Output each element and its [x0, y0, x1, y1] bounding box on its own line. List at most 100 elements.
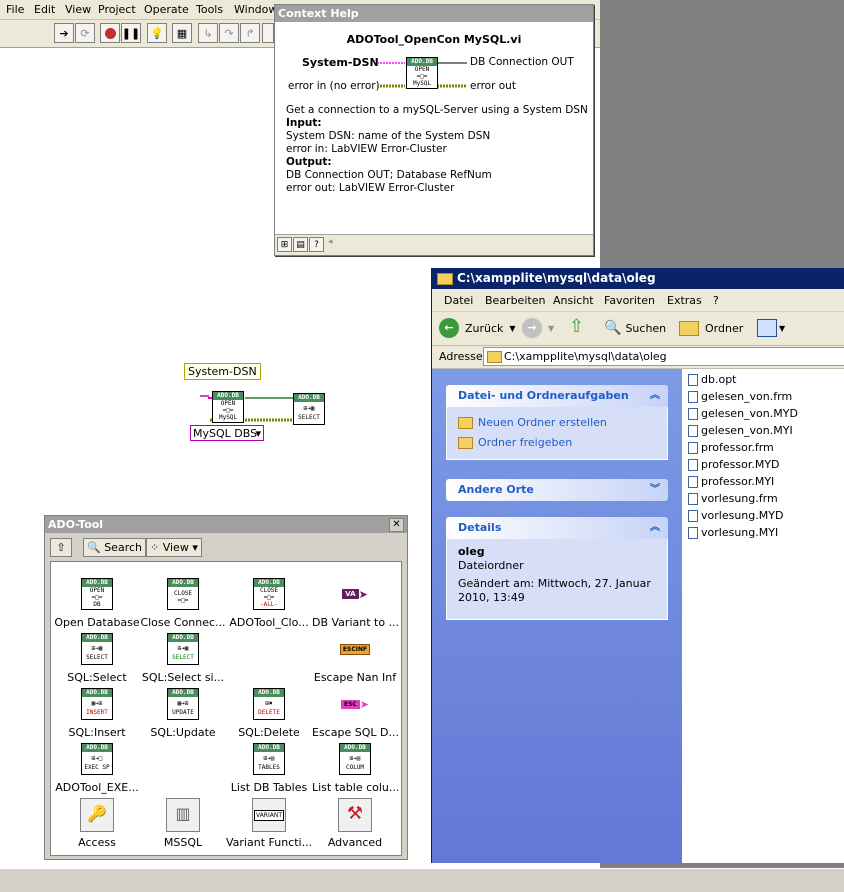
- collapse-icon[interactable]: ︽: [650, 385, 660, 407]
- palette-search-button[interactable]: 🔍 Search: [83, 538, 146, 557]
- file-item[interactable]: gelesen_von.MYI: [688, 423, 793, 439]
- scroll-left-icon[interactable]: ◂: [328, 237, 342, 252]
- forward-button[interactable]: → ▼: [522, 317, 554, 339]
- share-folder-link[interactable]: Ordner freigeben: [458, 433, 656, 453]
- folders-button[interactable]: Ordner: [679, 317, 743, 339]
- highlight-execution-icon[interactable]: 💡: [147, 23, 167, 43]
- simple-help-icon[interactable]: ▤: [293, 237, 308, 252]
- new-folder-link[interactable]: Neuen Ordner erstellen: [458, 413, 656, 433]
- palette-item-sql-delete[interactable]: ADO.DB ⊞✖ DELETE SQL:Delete: [226, 688, 312, 743]
- explorer-toolbar: ← Zurück ▼ → ▼ ⇧ 🔍 Suchen Ordner ▼: [432, 312, 844, 346]
- search-button[interactable]: 🔍 Suchen: [604, 317, 666, 339]
- help-input-line: System DSN: name of the System DSN: [286, 130, 491, 142]
- ring-dropdown-icon[interactable]: ▾: [255, 426, 261, 442]
- menu-project[interactable]: Project: [98, 3, 136, 16]
- palette-grid: ADO.DB OPEN =□= DB Open Database ADO.DB CLOS…: [50, 561, 402, 856]
- step-over-icon[interactable]: ↷: [219, 23, 239, 43]
- close-all-icon: ADO.DB CLOSE =□= -ALL-: [253, 578, 285, 610]
- file-item[interactable]: gelesen_von.MYD: [688, 406, 798, 422]
- views-button[interactable]: ▼: [757, 317, 785, 339]
- details-panel: Details ︽ oleg Dateiordner Geändert am: M…: [446, 517, 668, 620]
- step-out-icon[interactable]: ↱: [240, 23, 260, 43]
- other-places-header[interactable]: Andere Orte ︾: [446, 479, 668, 501]
- open-mysql-vi-node[interactable]: ADO.DB OPEN =□= MySQL: [212, 391, 244, 423]
- bottom-bar: [0, 868, 844, 892]
- menu-ansicht[interactable]: Ansicht: [553, 294, 594, 307]
- open-database-icon: ADO.DB OPEN =□= DB: [81, 578, 113, 610]
- folder-icon: [487, 351, 502, 363]
- file-folder-tasks-header[interactable]: Datei- und Ordneraufgaben ︽: [446, 385, 668, 407]
- help-output-line: DB Connection OUT; Database RefNum: [286, 169, 492, 181]
- mysql-dbs-ring-constant[interactable]: MySQL DBS ▾: [190, 425, 264, 441]
- palette-item-close-all[interactable]: ADO.DB CLOSE =□= -ALL- ADOTool_Clo...: [226, 578, 312, 633]
- explorer-title: C:\xampplite\mysql\data\oleg: [457, 271, 656, 285]
- menu-extras[interactable]: Extras: [667, 294, 702, 307]
- address-label: Adresse: [439, 350, 483, 363]
- exec-sp-icon: ADO.DB ⊞➔□ EXEC SP: [81, 743, 113, 775]
- close-icon[interactable]: ✕: [389, 518, 404, 532]
- menu-view[interactable]: View: [65, 3, 91, 16]
- menu-window[interactable]: Window: [234, 3, 277, 16]
- file-item[interactable]: db.opt: [688, 372, 737, 388]
- folder-up-icon[interactable]: ⇧: [569, 316, 591, 340]
- palette-item-escape-sql[interactable]: ESC ➤ Escape SQL D...: [312, 688, 398, 743]
- palette-item-exec-sp[interactable]: ADO.DB ⊞➔□ EXEC SP ADOTool_EXE...: [54, 743, 140, 798]
- forward-arrow-icon: →: [522, 318, 542, 338]
- system-dsn-constant[interactable]: System-DSN: [184, 363, 261, 380]
- run-continuously-icon[interactable]: ⟳: [75, 23, 95, 43]
- file-item[interactable]: professor.MYD: [688, 457, 780, 473]
- collapse-icon[interactable]: ︽: [650, 517, 660, 539]
- file-icon: [688, 459, 698, 471]
- palette-item-access[interactable]: 🔑 Access: [54, 798, 140, 853]
- up-arrow-icon[interactable]: ⇧: [50, 538, 72, 557]
- menu-bearbeiten[interactable]: Bearbeiten: [485, 294, 545, 307]
- palette-item-sql-update[interactable]: ADO.DB ▦➔⊞ UPDATE SQL:Update: [140, 688, 226, 743]
- file-item[interactable]: vorlesung.MYD: [688, 508, 783, 524]
- address-field[interactable]: C:\xampplite\mysql\data\oleg: [483, 347, 844, 366]
- palette-item-advanced[interactable]: ⚒ Advanced: [312, 798, 398, 853]
- palette-item-sql-select-single[interactable]: ADO.DB ⊞➔▦ SELECT SQL:Select si...: [140, 633, 226, 688]
- sql-select-vi-node[interactable]: ADO.DB ⊞➔▦ SELECT: [293, 393, 325, 425]
- menu-file[interactable]: File: [6, 3, 24, 16]
- abort-icon[interactable]: [100, 23, 120, 43]
- details-type: Dateiordner: [458, 559, 524, 572]
- file-item[interactable]: professor.MYI: [688, 474, 774, 490]
- palette-item-sql-insert[interactable]: ADO.DB ▦➔⊞ INSERT SQL:Insert: [54, 688, 140, 743]
- file-icon: [688, 391, 698, 403]
- file-item[interactable]: vorlesung.MYI: [688, 525, 778, 541]
- palette-view-button[interactable]: ⁘ View ▾: [146, 538, 202, 557]
- run-arrow-icon[interactable]: ➔: [54, 23, 74, 43]
- file-icon: [688, 476, 698, 488]
- sql-select-single-icon: ADO.DB ⊞➔▦ SELECT: [167, 633, 199, 665]
- terminal-db-connection-out: DB Connection OUT: [470, 56, 574, 68]
- palette-item-list-table-columns[interactable]: ADO.DB ⊞➔▤ COLUM List table colu...: [312, 743, 398, 798]
- palette-item-escape-nan-inf[interactable]: ESCINF Escape Nan Inf: [312, 633, 398, 688]
- palette-item-variant-functions[interactable]: VARIANT Variant Functi...: [226, 798, 312, 853]
- palette-item-sql-select[interactable]: ADO.DB ⊞➔▦ SELECT SQL:Select: [54, 633, 140, 688]
- file-item[interactable]: vorlesung.frm: [688, 491, 778, 507]
- palette-item-list-db-tables[interactable]: ADO.DB ⊞➔▤ TABLES List DB Tables: [226, 743, 312, 798]
- lock-icon[interactable]: ⊞: [277, 237, 292, 252]
- expand-icon[interactable]: ︾: [650, 479, 660, 501]
- file-item[interactable]: professor.frm: [688, 440, 774, 456]
- menu-favoriten[interactable]: Favoriten: [604, 294, 655, 307]
- menu-operate[interactable]: Operate: [144, 3, 189, 16]
- retain-wire-values-icon[interactable]: ▦: [172, 23, 192, 43]
- pause-icon[interactable]: ❚❚: [121, 23, 141, 43]
- file-item[interactable]: gelesen_von.frm: [688, 389, 792, 405]
- palette-item-close-connection[interactable]: ADO.DB CLOSE =□= Close Connec...: [140, 578, 226, 633]
- menu-tools[interactable]: Tools: [196, 3, 223, 16]
- step-into-icon[interactable]: ↳: [198, 23, 218, 43]
- help-question-icon[interactable]: ?: [309, 237, 324, 252]
- details-header[interactable]: Details ︽: [446, 517, 668, 539]
- menu-help[interactable]: ?: [713, 294, 719, 307]
- vi-name: ADOTool_OpenCon MySQL.vi: [346, 33, 522, 46]
- toolbar-overflow[interactable]: [262, 23, 274, 43]
- terminal-system-dsn: System-DSN: [302, 56, 379, 69]
- menu-datei[interactable]: Datei: [444, 294, 473, 307]
- palette-item-db-variant[interactable]: VA ➤ DB Variant to ...: [312, 578, 398, 633]
- palette-item-open-database[interactable]: ADO.DB OPEN =□= DB Open Database: [54, 578, 140, 633]
- back-button[interactable]: ← Zurück ▼: [439, 317, 516, 339]
- palette-item-mssql[interactable]: ▥ MSSQL: [140, 798, 226, 853]
- menu-edit[interactable]: Edit: [34, 3, 55, 16]
